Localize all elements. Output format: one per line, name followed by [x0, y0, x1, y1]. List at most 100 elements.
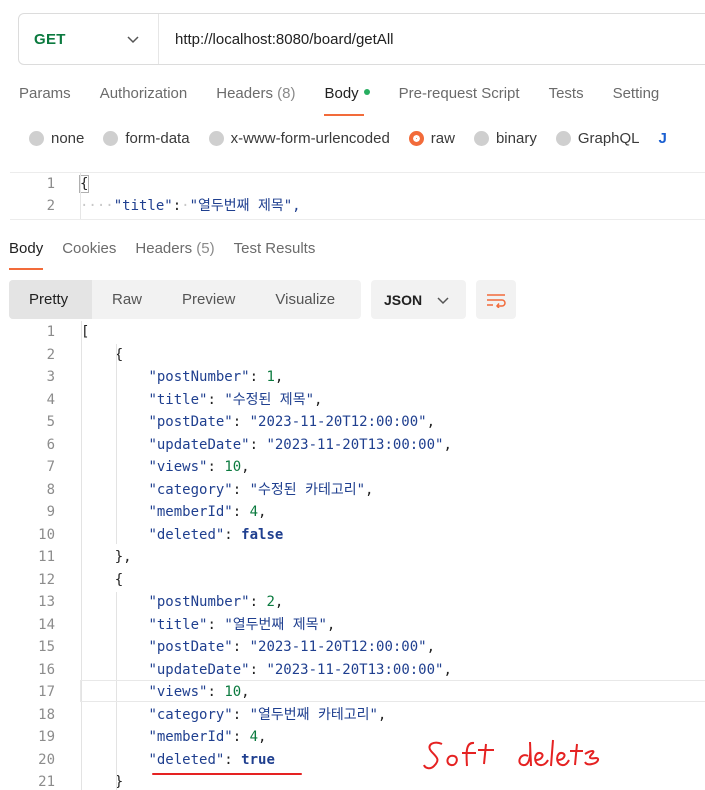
- body-type-overflow[interactable]: J: [659, 130, 667, 147]
- json-value: false: [241, 526, 284, 543]
- json-value: "2023-11-20T13:00:00": [266, 436, 444, 453]
- line-number: 2: [46, 346, 55, 363]
- colon: :: [232, 729, 250, 745]
- tab-authorization[interactable]: Authorization: [100, 84, 188, 116]
- line-number: 5: [46, 414, 55, 430]
- request-url-bar: GET http://localhost:8080/board/getAll: [18, 13, 705, 65]
- line-number: 7: [46, 459, 55, 475]
- response-body-viewer[interactable]: 1[2 {3 "postNumber": 1, 4 "title": "수정된 제…: [10, 321, 705, 790]
- bracket: {: [114, 571, 124, 588]
- wrap-lines-icon: [487, 293, 506, 308]
- code-line: 3····"postDate":·"2023-11-20T12:00:00": [10, 217, 705, 219]
- line-number: 9: [46, 504, 55, 520]
- request-body-editor[interactable]: 1{2····"title":·"열두번째 제목",3····"postDate…: [10, 172, 705, 220]
- tab-pre-request-script[interactable]: Pre-request Script: [399, 84, 520, 116]
- code-line: 9 "memberId": 4,: [10, 501, 705, 524]
- json-value: 2: [266, 594, 275, 610]
- code-text: "postNumber": 2,: [55, 591, 283, 614]
- line-number: 19: [38, 729, 55, 745]
- tab-tests[interactable]: Tests: [549, 84, 584, 116]
- radio-icon: [208, 131, 224, 146]
- tab-label: Cookies: [62, 240, 117, 257]
- code-text: "deleted": true: [55, 749, 274, 772]
- json-value: "열두번째 제목",: [189, 198, 301, 214]
- tab-body[interactable]: Body: [324, 84, 370, 116]
- modified-dot-icon: [363, 89, 370, 96]
- tab-count: (8): [277, 85, 296, 102]
- code-text: {: [55, 569, 123, 592]
- body-type-none[interactable]: none: [29, 130, 84, 147]
- response-tab-test-results[interactable]: Test Results: [234, 240, 316, 270]
- response-tab-cookies[interactable]: Cookies: [62, 240, 116, 270]
- body-type-raw[interactable]: raw: [408, 130, 455, 147]
- tab-headers[interactable]: Headers (8): [216, 84, 295, 116]
- tab-setting[interactable]: Setting: [613, 84, 660, 116]
- line-number: 2: [46, 198, 55, 214]
- wrap-lines-button[interactable]: [476, 280, 516, 319]
- code-line: 1{: [10, 173, 705, 195]
- body-type-label: none: [51, 130, 85, 147]
- tab-count: (5): [196, 240, 215, 257]
- tab-label: Pre-request Script: [398, 85, 520, 102]
- line-number: 3: [10, 217, 55, 219]
- tab-label: Authorization: [99, 85, 188, 102]
- code-line: 7 "views": 10,: [10, 456, 705, 479]
- body-type-label: binary: [495, 130, 537, 147]
- tab-label: Headers: [216, 85, 273, 102]
- colon: :: [207, 391, 225, 408]
- line-number: 12: [38, 571, 55, 588]
- colon: :: [207, 616, 225, 633]
- json-key: "title": [113, 198, 173, 214]
- view-mode-pretty[interactable]: Pretty: [9, 280, 92, 319]
- code-text: }: [55, 771, 123, 790]
- whitespace-marker: ····: [80, 198, 114, 214]
- code-text: "postDate": "2023-11-20T12:00:00",: [55, 411, 435, 434]
- response-tab-headers[interactable]: Headers (5): [135, 240, 214, 270]
- radio-icon: [473, 131, 489, 146]
- code-text: "memberId": 4,: [55, 501, 266, 524]
- line-number: 10: [38, 526, 55, 543]
- tab-label: Params: [19, 85, 71, 102]
- tab-label: Body: [9, 240, 44, 257]
- code-text: "views": 10,: [55, 456, 249, 479]
- colon: :: [172, 198, 182, 214]
- json-key: "category": [148, 481, 233, 498]
- body-type-form-data[interactable]: form-data: [103, 130, 190, 147]
- json-value: 4: [249, 504, 259, 520]
- method-select[interactable]: GET: [19, 14, 159, 64]
- url-input[interactable]: http://localhost:8080/board/getAll: [159, 31, 393, 48]
- response-tab-body[interactable]: Body: [9, 240, 44, 270]
- json-value: "수정된 카테고리": [249, 481, 366, 498]
- comma: ,: [365, 481, 374, 498]
- body-type-graphql[interactable]: GraphQL: [555, 130, 640, 147]
- indent-guide: [81, 321, 82, 790]
- json-key: "postNumber": [148, 594, 250, 610]
- code-line: 3 "postNumber": 1,: [10, 366, 705, 389]
- line-number: 3: [46, 369, 55, 385]
- code-text: "title": "열두번째 제목",: [55, 614, 335, 637]
- view-mode-visualize[interactable]: Visualize: [255, 280, 355, 319]
- annotation-underline: [152, 773, 302, 775]
- code-text: "category": "열두번째 카테고리",: [55, 704, 386, 727]
- tab-params[interactable]: Params: [19, 84, 71, 116]
- format-select[interactable]: JSON: [371, 280, 466, 319]
- line-number: 16: [38, 661, 55, 678]
- json-value: 1: [266, 369, 275, 385]
- body-type-binary[interactable]: binary: [473, 130, 537, 147]
- comma: ,: [274, 594, 284, 610]
- body-type-label: GraphQL: [577, 130, 640, 147]
- code-line: 8 "category": "수정된 카테고리",: [10, 479, 705, 502]
- code-line: 2 {: [10, 344, 705, 367]
- tab-label: Headers: [135, 240, 193, 257]
- code-line: 2 ····"title":·"열두번째 제목",: [10, 195, 705, 217]
- code-text: "updateDate": "2023-11-20T13:00:00",: [55, 659, 451, 682]
- code-text: "title": "수정된 제목",: [55, 389, 322, 412]
- view-mode-preview[interactable]: Preview: [162, 280, 255, 319]
- code-text: "postNumber": 1,: [55, 366, 283, 389]
- json-value: 4: [249, 729, 259, 745]
- view-mode-raw[interactable]: Raw: [92, 280, 162, 319]
- json-key: "updateDate": [148, 436, 250, 453]
- line-number: 4: [46, 391, 55, 408]
- body-type-x-www-form-urlencoded[interactable]: x-www-form-urlencoded: [208, 130, 390, 147]
- json-key: "memberId": [148, 504, 233, 520]
